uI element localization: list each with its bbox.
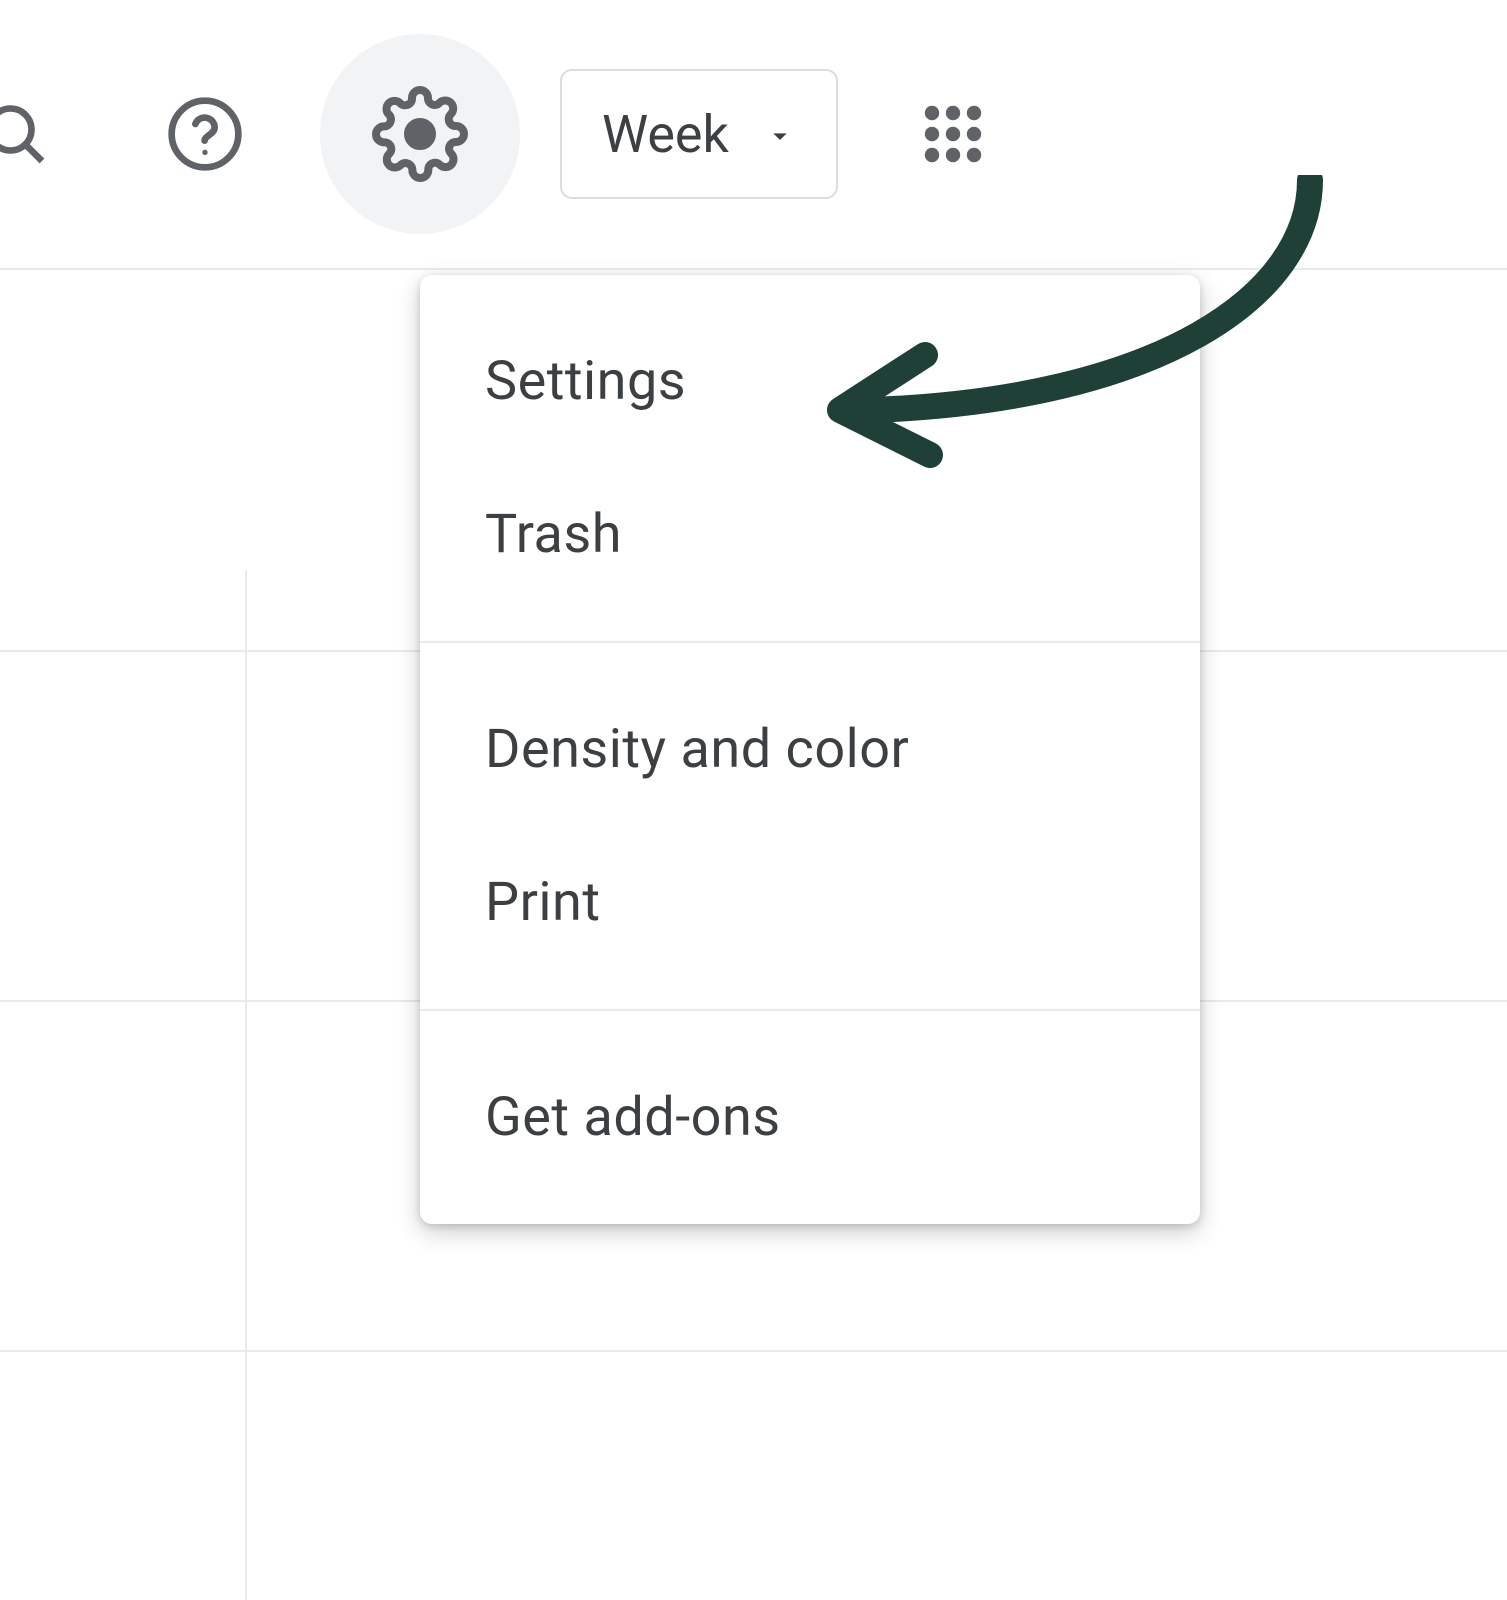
search-icon	[0, 98, 51, 170]
toolbar: Week	[0, 0, 1507, 270]
menu-item-label: Settings	[485, 350, 686, 413]
settings-dropdown-menu: Settings Trash Density and color Print G…	[420, 275, 1200, 1224]
view-selector[interactable]: Week	[560, 69, 838, 199]
menu-item-label: Density and color	[485, 718, 909, 781]
help-button[interactable]	[150, 79, 260, 189]
view-selector-label: Week	[602, 104, 729, 165]
menu-divider	[420, 641, 1200, 643]
apps-grid-icon	[917, 98, 989, 170]
menu-item-label: Print	[485, 871, 600, 934]
menu-item-print[interactable]: Print	[420, 826, 1200, 979]
apps-button[interactable]	[898, 79, 1008, 189]
menu-item-get-addons[interactable]: Get add-ons	[420, 1041, 1200, 1194]
settings-button[interactable]	[320, 34, 520, 234]
help-icon	[165, 94, 245, 174]
menu-divider	[420, 1009, 1200, 1011]
menu-item-density-color[interactable]: Density and color	[420, 673, 1200, 826]
grid-vertical-line	[245, 570, 247, 1600]
grid-horizontal-line	[0, 1350, 1507, 1352]
menu-item-trash[interactable]: Trash	[420, 458, 1200, 611]
gear-icon	[372, 86, 468, 182]
dropdown-arrow-icon	[764, 104, 796, 165]
menu-item-settings[interactable]: Settings	[420, 305, 1200, 458]
search-button[interactable]	[0, 79, 70, 189]
menu-item-label: Get add-ons	[485, 1086, 781, 1149]
menu-item-label: Trash	[485, 503, 622, 566]
